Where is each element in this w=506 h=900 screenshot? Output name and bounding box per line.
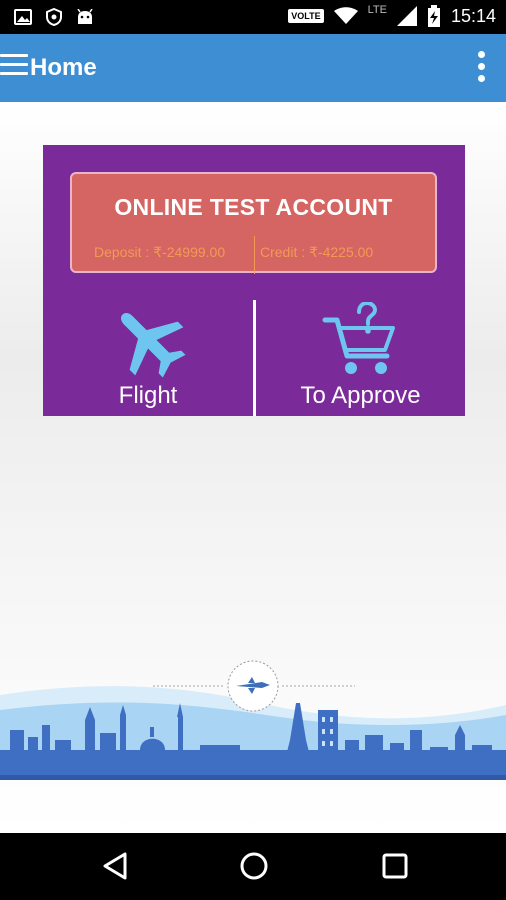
flight-tile[interactable]: Flight (43, 298, 253, 416)
volte-badge: VOLTE (288, 9, 324, 23)
page-title: Home (30, 54, 97, 81)
image-icon (14, 9, 32, 25)
balance-divider (254, 236, 255, 274)
wifi-icon (333, 7, 358, 24)
home-icon[interactable] (239, 851, 269, 881)
signal-icon (396, 6, 417, 26)
android-icon (77, 9, 93, 24)
battery-charging-icon (427, 5, 440, 27)
recents-icon[interactable] (380, 851, 410, 881)
status-time: 15:14 (450, 5, 496, 26)
account-balances: Deposit : ₹-24999.00 Credit : ₹-4225.00 (72, 236, 435, 274)
app-bar: Home (0, 34, 506, 102)
more-vert-icon[interactable] (478, 51, 488, 85)
system-nav-bar (0, 833, 506, 900)
to-approve-tile[interactable]: To Approve (256, 298, 465, 416)
airplane-icon (121, 313, 186, 378)
hamburger-menu-icon[interactable] (0, 54, 30, 80)
flight-label: Flight (118, 382, 178, 409)
to-approve-label: To Approve (300, 382, 421, 409)
city-skyline-illustration (0, 660, 506, 780)
network-type: LTE (367, 4, 387, 16)
dashboard-card: ONLINE TEST ACCOUNT Deposit : ₹-24999.00… (43, 145, 465, 416)
account-name: ONLINE TEST ACCOUNT (114, 194, 393, 220)
deposit-balance: Deposit : ₹-24999.00 (94, 244, 226, 260)
back-icon[interactable] (101, 851, 131, 881)
credit-balance: Credit : ₹-4225.00 (260, 244, 374, 260)
status-bar: VOLTE LTE 15:14 (0, 0, 506, 34)
shield-icon (46, 8, 62, 26)
cart-question-icon (322, 302, 395, 374)
account-summary[interactable]: ONLINE TEST ACCOUNT Deposit : ₹-24999.00… (70, 172, 437, 274)
